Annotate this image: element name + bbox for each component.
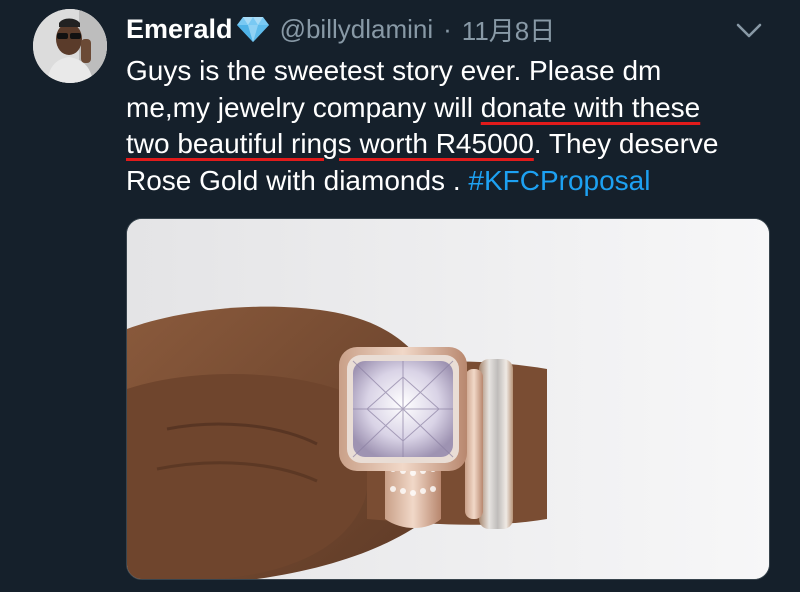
tweet-text-line: two beautiful rings worth R45000. They d… (126, 126, 786, 163)
underlined-text: donate with these (480, 91, 701, 123)
tweet-text-line: Guys is the sweetest story ever. Please … (126, 53, 786, 90)
separator-dot: · (443, 13, 452, 44)
tweet-text: Guys is the sweetest story ever. Please … (126, 53, 786, 199)
tweet-header: Emerald @billydlamini · 11月8日 (126, 12, 555, 46)
tweet-text-line: me,my jewelry company will donate with t… (126, 90, 786, 127)
text-segment: me,my jewelry company will (126, 91, 481, 123)
diamond-icon (236, 15, 270, 43)
avatar[interactable] (33, 9, 107, 83)
hashtag-link[interactable]: #KFCProposal (468, 165, 650, 196)
chevron-down-icon[interactable] (734, 18, 764, 42)
author-handle[interactable]: @billydlamini (280, 14, 434, 45)
text-segment: Guys is the sweetest story ever. Please … (126, 55, 662, 86)
author-name[interactable]: Emerald (126, 14, 233, 45)
underlined-text: two beautiful rings worth R45000 (126, 128, 534, 159)
text-segment: Rose Gold with diamonds . (126, 164, 469, 196)
tweet-text-line: Rose Gold with diamonds . #KFCProposal (126, 163, 786, 200)
text-segment: . They deserve (533, 128, 719, 159)
tweet-date[interactable]: 11月8日 (462, 11, 555, 48)
tweet-media-image[interactable] (126, 218, 770, 580)
